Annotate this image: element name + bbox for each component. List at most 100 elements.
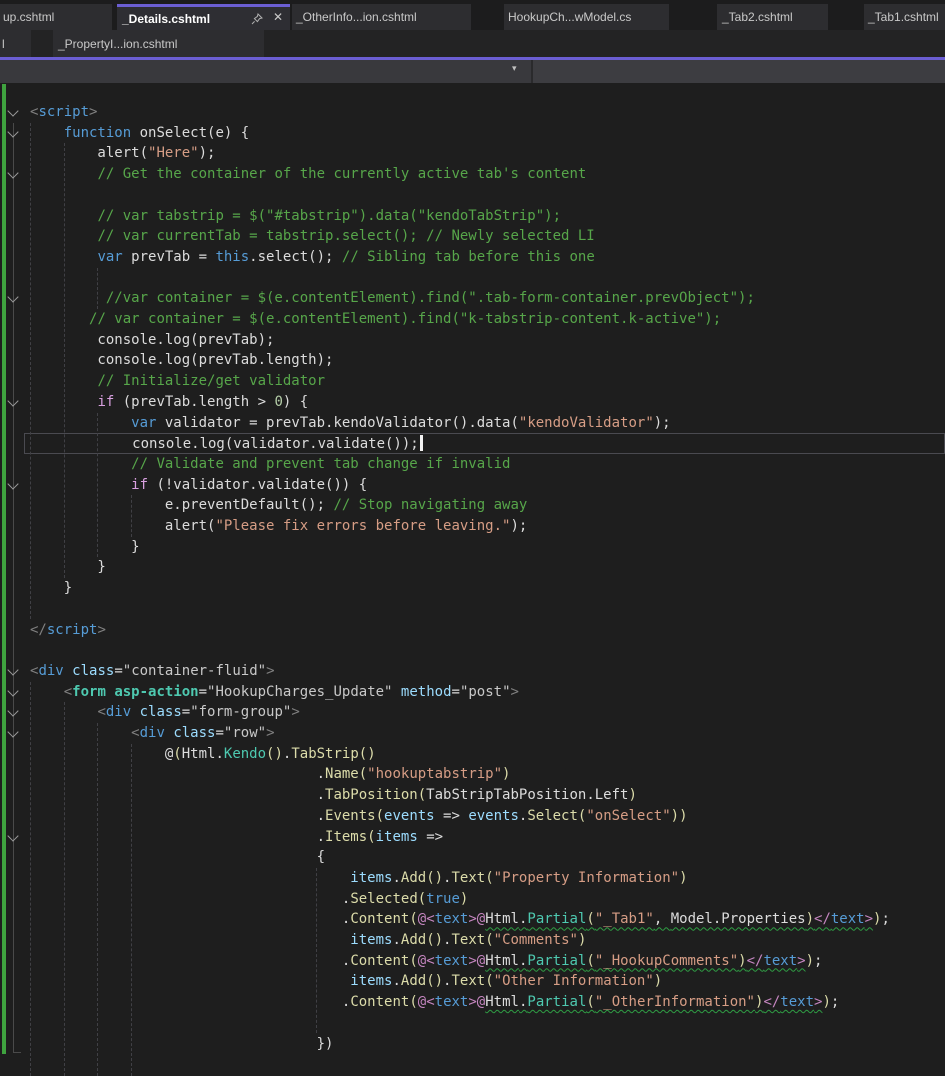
code-token: ( — [586, 994, 595, 1011]
tab-_Tab1.cshtml[interactable]: _Tab1.cshtml — [864, 4, 945, 30]
code-line-34[interactable]: .TabPosition(TabStripTabPosition.Left) — [24, 785, 945, 806]
code-token: @ — [417, 994, 427, 1011]
code-line-15[interactable]: if (prevTab.length > 0) { — [24, 392, 945, 413]
code-line-35[interactable]: .Events(events => events.Select("onSelec… — [24, 806, 945, 827]
fold-chevron-icon[interactable] — [7, 395, 19, 407]
code-line-5[interactable] — [24, 185, 945, 206]
code-token: Kendo — [223, 745, 267, 762]
code-line-29[interactable]: <form asp-action="HookupCharges_Update" … — [24, 682, 945, 703]
code-token: method — [400, 683, 452, 700]
track-changes-bar — [2, 84, 6, 1054]
code-line-2[interactable]: function onSelect(e) { — [24, 123, 945, 144]
fold-chevron-icon[interactable] — [7, 726, 19, 738]
code-line-28[interactable]: <div class="container-fluid"> — [24, 661, 945, 682]
code-line-43[interactable]: items.Add().Text("Other Information") — [24, 971, 945, 992]
code-line-8[interactable]: var prevTab = this.select(); // Sibling … — [24, 247, 945, 268]
close-icon[interactable]: ✕ — [273, 10, 283, 24]
code-line-1[interactable]: <script> — [24, 102, 945, 123]
code-line-42[interactable]: .Content(@<text>@Html.Partial("_HookupCo… — [24, 951, 945, 972]
code-token: 0 — [274, 393, 283, 410]
code-line-11[interactable]: // var container = $(e.contentElement).f… — [24, 309, 945, 330]
fold-chevron-icon[interactable] — [7, 477, 19, 490]
code-line-38[interactable]: items.Add().Text("Property Information") — [24, 868, 945, 889]
fold-chevron-icon[interactable] — [7, 664, 19, 676]
fold-chevron-icon[interactable] — [7, 126, 19, 138]
editor[interactable]: <script> function onSelect(e) { alert("H… — [0, 83, 945, 1076]
code-token: ); — [653, 414, 671, 431]
code-line-41[interactable]: items.Add().Text("Comments") — [24, 930, 945, 951]
code-token: "_HookupComments" — [594, 952, 739, 969]
code-line-12[interactable]: console.log(prevTab); — [24, 330, 945, 351]
fold-chevron-icon[interactable] — [7, 167, 19, 179]
code-token: "container-fluid" — [122, 662, 267, 679]
code-line-30[interactable]: <div class="form-group"> — [24, 702, 945, 723]
code-token: // Sibling tab before this one — [341, 248, 595, 265]
code-line-20[interactable]: e.preventDefault(); // Stop navigating a… — [24, 495, 945, 516]
code-token: class — [173, 725, 216, 741]
code-line-45[interactable] — [24, 1013, 945, 1034]
tab-_Details.cshtml[interactable]: _Details.cshtml ✕ — [117, 4, 290, 30]
code-line-14[interactable]: // Initialize/get validator — [24, 371, 945, 392]
code-token: this — [215, 248, 250, 265]
code-line-9[interactable] — [24, 268, 945, 289]
code-line-31[interactable]: <div class="row"> — [24, 723, 945, 744]
fold-chevron-icon[interactable] — [7, 705, 19, 717]
code-line-16[interactable]: var validator = prevTab.kendoValidator()… — [24, 413, 945, 434]
fold-chevron-icon[interactable] — [7, 684, 19, 697]
code-line-4[interactable]: // Get the container of the currently ac… — [24, 164, 945, 185]
code-line-40[interactable]: .Content(@<text>@Html.Partial("_Tab1", M… — [24, 909, 945, 930]
code-token: TabPosition — [325, 787, 418, 804]
code-line-10[interactable]: //var container = $(e.contentElement).fi… — [24, 288, 945, 309]
code-line-26[interactable]: </script> — [24, 620, 945, 641]
code-line-37[interactable]: { — [24, 847, 945, 868]
code-line-27[interactable] — [24, 640, 945, 661]
code-line-18[interactable]: // Validate and prevent tab change if in… — [24, 454, 945, 475]
code-line-36[interactable]: .Items(items => — [24, 827, 945, 848]
code-line-24[interactable]: } — [24, 578, 945, 599]
code-line-6[interactable]: // var tabstrip = $("#tabstrip").data("k… — [24, 206, 945, 227]
code-line-33[interactable]: .Name("hookuptabstrip") — [24, 764, 945, 785]
code-line-46[interactable]: }) — [24, 1034, 945, 1055]
tab-_OtherInfo...ion.cshtml[interactable]: _OtherInfo...ion.cshtml — [292, 4, 471, 30]
fold-chevron-icon[interactable] — [7, 829, 19, 842]
code-token: // Validate and prevent tab change if in… — [131, 455, 511, 472]
code-token: function — [63, 124, 132, 141]
fold-chevron-icon[interactable] — [7, 291, 19, 303]
code-line-22[interactable]: } — [24, 537, 945, 558]
code-line-19[interactable]: if (!validator.validate()) { — [24, 475, 945, 496]
code-line-13[interactable]: console.log(prevTab.length); — [24, 350, 945, 371]
code-token: class — [72, 662, 115, 679]
tab-l[interactable]: l — [0, 30, 31, 57]
code-token: () — [266, 745, 283, 762]
code-token: script — [46, 621, 98, 638]
code-token: "row" — [223, 725, 267, 741]
code-line-21[interactable]: alert("Please fix errors before leaving.… — [24, 516, 945, 537]
tab-_PropertyI...ion.cshtml[interactable]: _PropertyI...ion.cshtml — [53, 30, 264, 57]
tab-up.cshtml[interactable]: up.cshtml — [0, 4, 112, 30]
pin-icon[interactable] — [251, 13, 263, 25]
indent-guide — [130, 495, 132, 537]
code-line-32[interactable]: @(Html.Kendo().TabStrip() — [24, 744, 945, 765]
code-line-3[interactable]: alert("Here"); — [24, 143, 945, 164]
code-line-44[interactable]: .Content(@<text>@Html.Partial("_OtherInf… — [24, 992, 945, 1013]
code-line-25[interactable] — [24, 599, 945, 620]
code-line-7[interactable]: // var currentTab = tabstrip.select(); /… — [24, 226, 945, 247]
code-token: ( — [417, 787, 427, 804]
chevron-down-icon[interactable]: ▾ — [512, 63, 517, 74]
fold-chevron-icon[interactable] — [7, 105, 19, 117]
code-line-23[interactable]: } — [24, 557, 945, 578]
indent-guide — [315, 867, 317, 1034]
tab-_Tab2.cshtml[interactable]: _Tab2.cshtml — [717, 4, 828, 30]
tab-HookupCh...wModel.cs[interactable]: HookupCh...wModel.cs — [504, 4, 669, 30]
code-token: true — [426, 890, 460, 907]
code-line-17[interactable]: console.log(validator.validate()); — [24, 433, 945, 454]
code-line-39[interactable]: .Selected(true) — [24, 889, 945, 910]
navigation-bar-member-dropdown[interactable] — [533, 60, 945, 83]
